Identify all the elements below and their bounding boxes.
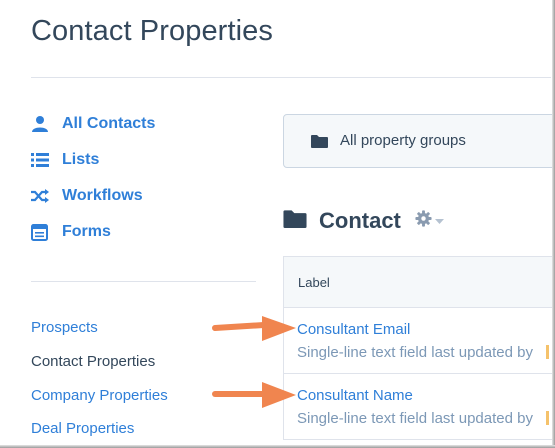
table-row: Consultant Name Single-line text field l… (284, 374, 555, 440)
sidebar-link-prospects[interactable]: Prospects (31, 319, 98, 336)
truncated-text-fragment (546, 345, 549, 359)
section-header: Contact (283, 206, 444, 236)
annotation-arrow-icon (212, 382, 296, 408)
sidebar-item-forms[interactable]: Forms (31, 221, 111, 243)
list-icon (31, 152, 53, 168)
shuffle-icon (31, 189, 53, 203)
chevron-down-icon (434, 212, 444, 230)
property-group-select[interactable]: All property groups (283, 114, 555, 168)
sidebar-link-contact-properties[interactable]: Contact Properties (31, 353, 155, 370)
gear-icon (415, 210, 432, 232)
sidebar-item-label: Lists (62, 151, 100, 168)
divider (31, 281, 256, 282)
sidebar-item-all-contacts[interactable]: All Contacts (31, 113, 155, 135)
settings-dropdown[interactable] (415, 210, 444, 232)
sidebar-item-label: All Contacts (62, 115, 156, 132)
properties-table: Label Consultant Email Single-line text … (283, 256, 555, 440)
person-icon (31, 115, 53, 133)
sidebar-item-label: Forms (62, 223, 111, 240)
property-description: Single-line text field last updated by (297, 344, 533, 361)
sidebar-item-label: Workflows (62, 187, 143, 204)
table-row: Consultant Email Single-line text field … (284, 308, 555, 374)
sidebar-link-deal-properties[interactable]: Deal Properties (31, 420, 134, 437)
column-header-label[interactable]: Label (298, 275, 330, 290)
divider (31, 77, 551, 78)
folder-icon (311, 134, 328, 153)
page-title: Contact Properties (31, 15, 273, 47)
property-name-link[interactable]: Consultant Email (297, 321, 410, 338)
sidebar-link-company-properties[interactable]: Company Properties (31, 387, 168, 404)
page: Contact Properties All Contacts Lists Wo… (0, 0, 555, 448)
sidebar-item-lists[interactable]: Lists (31, 149, 99, 171)
truncated-text-fragment (546, 411, 549, 425)
section-title: Contact (319, 208, 401, 233)
table-header: Label (284, 257, 555, 308)
folder-icon (283, 209, 307, 233)
sidebar-item-workflows[interactable]: Workflows (31, 185, 143, 207)
property-group-select-value: All property groups (340, 132, 466, 149)
property-description: Single-line text field last updated by (297, 410, 533, 427)
property-name-link[interactable]: Consultant Name (297, 387, 413, 404)
annotation-arrow-icon (212, 316, 296, 341)
form-icon (31, 223, 53, 241)
